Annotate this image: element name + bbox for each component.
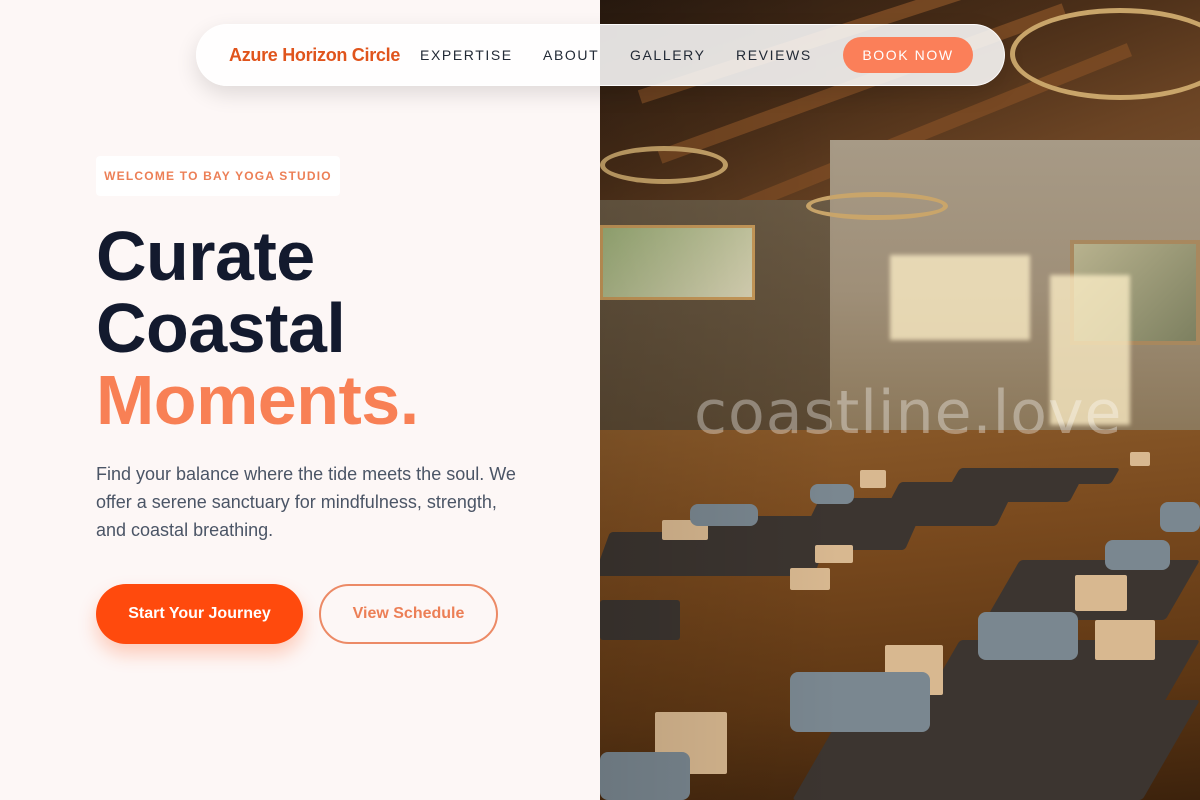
start-journey-button[interactable]: Start Your Journey xyxy=(96,584,303,644)
image-watermark: coastline.love xyxy=(694,378,1123,448)
headline-line-1: Curate xyxy=(96,217,315,295)
nav-link-expertise[interactable]: EXPERTISE xyxy=(420,47,513,63)
nav-link-reviews[interactable]: REVIEWS xyxy=(736,47,812,63)
view-schedule-button[interactable]: View Schedule xyxy=(319,584,498,644)
nav-link-gallery[interactable]: GALLERY xyxy=(630,47,706,63)
welcome-badge: WELCOME TO BAY YOGA STUDIO xyxy=(96,156,340,196)
headline-accent: Moments. xyxy=(96,361,419,439)
nav-link-about[interactable]: ABOUT xyxy=(543,47,599,63)
brand-logo[interactable]: Azure Horizon Circle xyxy=(229,45,400,66)
headline-line-2: Coastal xyxy=(96,289,346,367)
top-navigation: Azure Horizon Circle EXPERTISE ABOUT GAL… xyxy=(196,24,1005,86)
hero-description: Find your balance where the tide meets t… xyxy=(96,464,516,540)
studio-photo: coastline.love xyxy=(600,0,1200,800)
book-now-button[interactable]: BOOK NOW xyxy=(843,37,973,73)
hero-headline: Curate Coastal Moments. xyxy=(96,220,419,436)
